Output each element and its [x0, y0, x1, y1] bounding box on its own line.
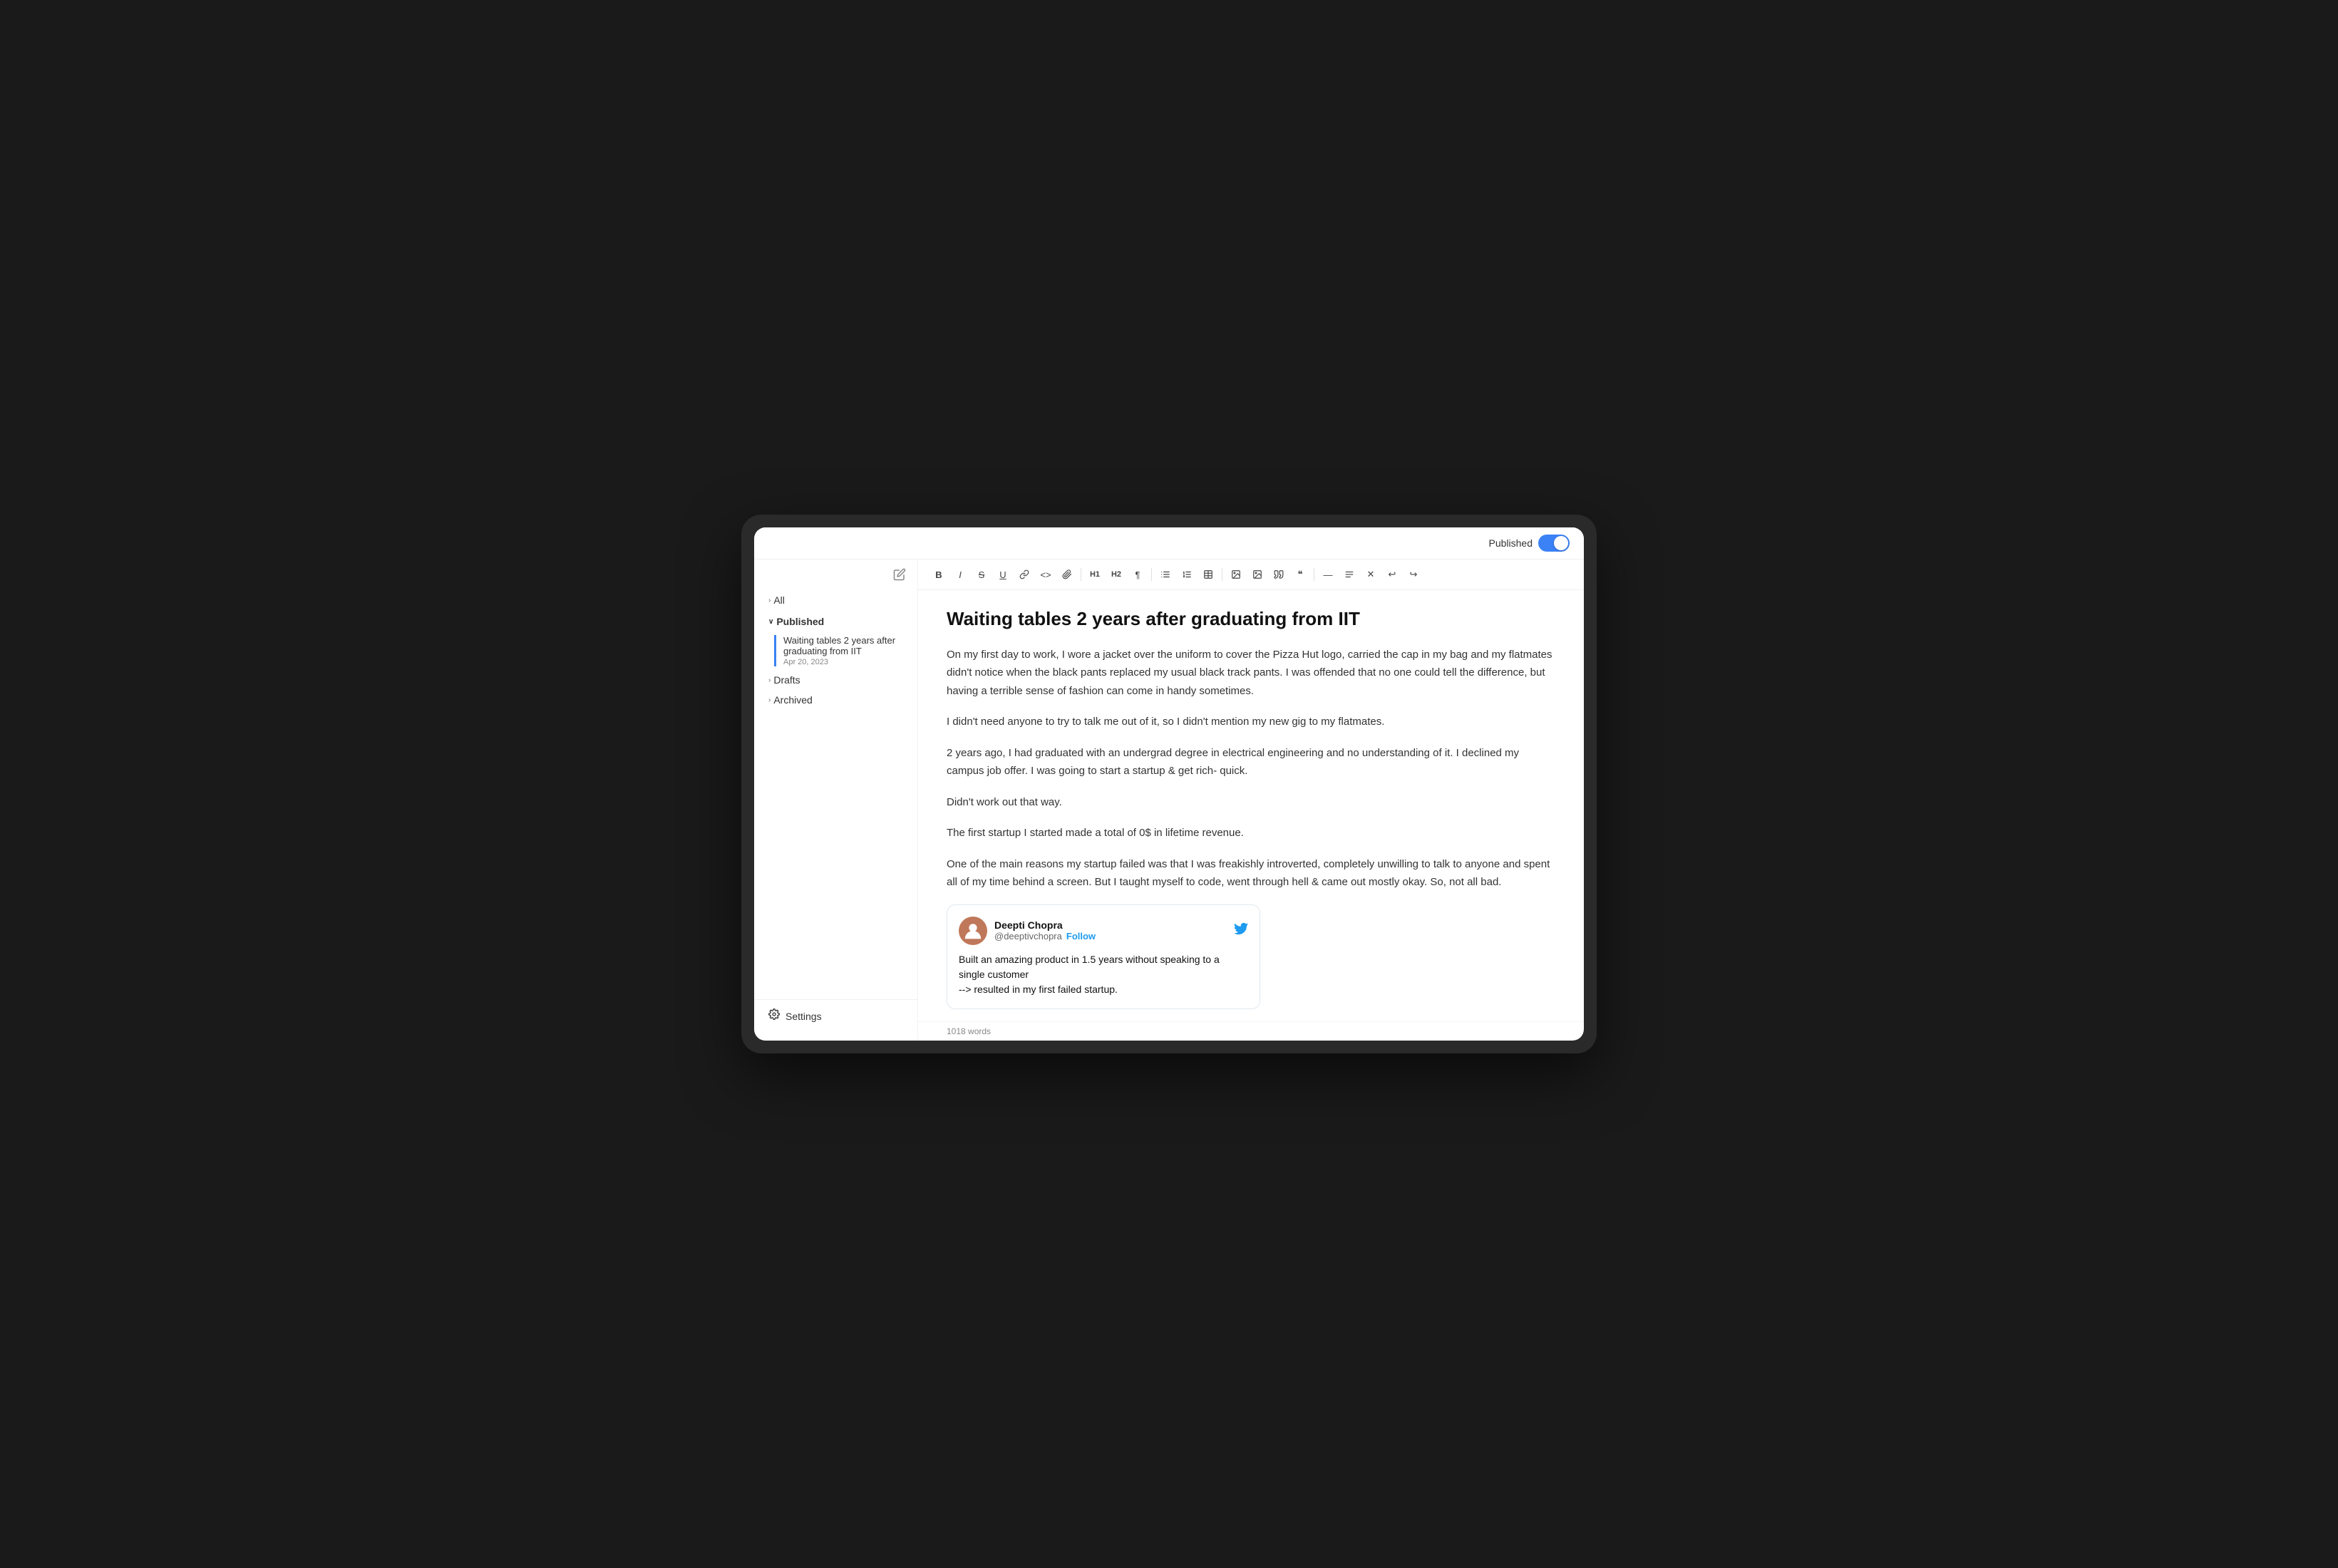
tweet-name: Deepti Chopra — [994, 919, 1096, 931]
avatar — [959, 917, 987, 945]
published-label: Published — [1489, 537, 1533, 549]
new-post-icon[interactable] — [893, 568, 906, 584]
blockquote-button[interactable] — [1270, 565, 1288, 584]
attachment-button[interactable] — [1058, 565, 1076, 584]
h2-button[interactable]: H2 — [1107, 565, 1126, 584]
bold-button[interactable]: B — [929, 565, 948, 584]
bullet-list-button[interactable] — [1156, 565, 1175, 584]
paragraph-3: 2 years ago, I had graduated with an und… — [947, 744, 1555, 780]
clear-format-button[interactable]: ✕ — [1361, 565, 1380, 584]
article-content[interactable]: Waiting tables 2 years after graduating … — [918, 590, 1584, 1021]
settings-item[interactable]: Settings — [768, 1009, 903, 1023]
device-frame: Published — [741, 515, 1597, 1053]
h1-button[interactable]: H1 — [1086, 565, 1104, 584]
table-button[interactable] — [1199, 565, 1217, 584]
strikethrough-button[interactable]: S — [972, 565, 991, 584]
article-body: On my first day to work, I wore a jacket… — [947, 646, 1555, 1009]
sidebar: › All ∨ Published Waiting tables 2 years… — [754, 559, 918, 1041]
sub-item-date: Apr 20, 2023 — [783, 658, 903, 666]
sidebar-item-all[interactable]: › All — [754, 590, 917, 610]
redo-button[interactable]: ↪ — [1404, 565, 1423, 584]
article-title: Waiting tables 2 years after graduating … — [947, 607, 1555, 631]
undo-button[interactable]: ↩ — [1383, 565, 1401, 584]
main-layout: › All ∨ Published Waiting tables 2 years… — [754, 559, 1584, 1041]
paragraph-4: Didn't work out that way. — [947, 793, 1555, 812]
settings-icon — [768, 1009, 780, 1023]
toggle-knob — [1554, 536, 1568, 550]
tweet-handle: @deeptivchopra — [994, 931, 1062, 942]
archived-label: Archived — [773, 694, 812, 706]
published-chevron: ∨ — [768, 618, 773, 626]
all-label: All — [773, 594, 785, 606]
align-button[interactable] — [1340, 565, 1359, 584]
sidebar-item-archived[interactable]: › Archived — [754, 690, 917, 710]
tweet-user: Deepti Chopra @deeptivchopra Follow — [959, 917, 1096, 945]
editor-area: B I S U <> H1 H2 ¶ — [918, 559, 1584, 1041]
sidebar-published-header[interactable]: ∨ Published — [754, 612, 917, 631]
twitter-icon — [1234, 922, 1248, 940]
drafts-label: Drafts — [773, 674, 800, 686]
paragraph-button[interactable]: ¶ — [1128, 565, 1147, 584]
formatting-toolbar: B I S U <> H1 H2 ¶ — [918, 559, 1584, 590]
paragraph-5: The first startup I started made a total… — [947, 824, 1555, 842]
tweet-user-info: Deepti Chopra @deeptivchopra Follow — [994, 919, 1096, 942]
archived-chevron: › — [768, 696, 771, 704]
toolbar-divider-2 — [1151, 568, 1152, 581]
published-toggle-switch[interactable] — [1538, 535, 1570, 552]
word-count: 1018 words — [918, 1021, 1584, 1041]
sub-item-title: Waiting tables 2 years after graduating … — [783, 635, 903, 656]
italic-button[interactable]: I — [951, 565, 969, 584]
image-button[interactable] — [1227, 565, 1245, 584]
top-bar: Published — [754, 527, 1584, 559]
settings-label: Settings — [786, 1011, 822, 1022]
paragraph-6: One of the main reasons my startup faile… — [947, 855, 1555, 892]
paragraph-1: On my first day to work, I wore a jacket… — [947, 646, 1555, 701]
tweet-content: Built an amazing product in 1.5 years wi… — [959, 952, 1248, 997]
follow-button[interactable]: Follow — [1066, 931, 1096, 942]
link-button[interactable] — [1015, 565, 1034, 584]
sidebar-item-article[interactable]: Waiting tables 2 years after graduating … — [754, 631, 917, 670]
sidebar-section-published: ∨ Published Waiting tables 2 years after… — [754, 612, 917, 670]
code-button[interactable]: <> — [1036, 565, 1055, 584]
sidebar-nav: › All ∨ Published Waiting tables 2 years… — [754, 590, 917, 999]
drafts-chevron: › — [768, 676, 771, 684]
all-chevron: › — [768, 597, 771, 604]
published-toggle: Published — [1489, 535, 1570, 552]
quote-button[interactable]: ❝ — [1291, 565, 1309, 584]
hr-button[interactable]: — — [1319, 565, 1337, 584]
app-window: Published — [754, 527, 1584, 1041]
ordered-list-button[interactable] — [1178, 565, 1196, 584]
tweet-embed: Deepti Chopra @deeptivchopra Follow — [947, 904, 1260, 1009]
sub-item-content: Waiting tables 2 years after graduating … — [774, 635, 903, 666]
sidebar-top — [754, 568, 917, 590]
published-section-label: Published — [776, 616, 824, 627]
tweet-header: Deepti Chopra @deeptivchopra Follow — [959, 917, 1248, 945]
underline-button[interactable]: U — [994, 565, 1012, 584]
embed-image-button[interactable] — [1248, 565, 1267, 584]
paragraph-2: I didn't need anyone to try to talk me o… — [947, 713, 1555, 731]
sidebar-item-drafts[interactable]: › Drafts — [754, 670, 917, 690]
tweet-handle-row: @deeptivchopra Follow — [994, 931, 1096, 942]
sidebar-bottom: Settings — [754, 999, 917, 1032]
